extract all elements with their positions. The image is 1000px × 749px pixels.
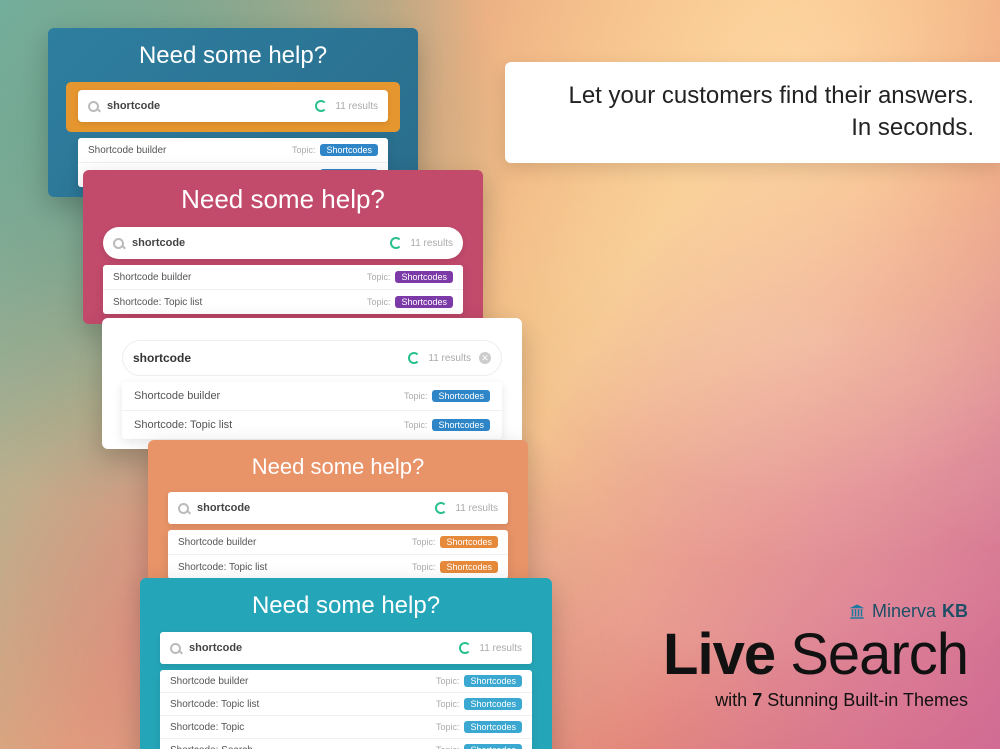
topic-tag[interactable]: Shortcodes: [320, 144, 378, 156]
topic-tag[interactable]: Shortcodes: [395, 296, 453, 308]
topic-label: Topic:: [436, 722, 460, 732]
result-row[interactable]: Shortcode: Topic list Topic: Shortcodes: [122, 411, 502, 439]
result-row[interactable]: Shortcode: Search Topic: Shortcodes: [160, 739, 532, 749]
product-title-light: Search: [775, 622, 968, 687]
product-subtitle: with 7 Stunning Built-in Themes: [663, 690, 968, 711]
search-wrap: shortcode 11 results: [66, 82, 400, 132]
result-row[interactable]: Shortcode: Topic list Topic: Shortcodes: [160, 693, 532, 716]
topic-label: Topic:: [412, 562, 436, 572]
topic-label: Topic:: [436, 699, 460, 709]
result-title: Shortcode: Topic list: [178, 562, 267, 573]
theme-card-teal: Need some help? shortcode 11 results Sho…: [140, 578, 552, 749]
search-bar[interactable]: shortcode 11 results: [168, 492, 508, 524]
results-count: 11 results: [455, 503, 498, 514]
topic-tag[interactable]: Shortcodes: [440, 536, 498, 548]
topic-tag[interactable]: Shortcodes: [464, 698, 522, 710]
result-title: Shortcode builder: [178, 537, 256, 548]
topic-label: Topic:: [292, 145, 316, 155]
search-bar[interactable]: shortcode 11 results: [160, 632, 532, 664]
results-count: 11 results: [335, 101, 378, 112]
topic-label: Topic:: [367, 297, 391, 307]
result-row[interactable]: Shortcode builder Topic: Shortcodes: [78, 138, 388, 163]
topic-tag[interactable]: Shortcodes: [464, 721, 522, 733]
search-icon: [113, 238, 124, 249]
result-title: Shortcode builder: [170, 676, 248, 687]
search-query[interactable]: shortcode: [197, 502, 427, 514]
result-title: Shortcode: Topic list: [170, 699, 259, 710]
spinner-icon: [390, 237, 402, 249]
theme-card-orange: Need some help? shortcode 11 results Sho…: [148, 440, 528, 589]
result-title: Shortcode: Search: [170, 745, 253, 749]
search-icon: [170, 643, 181, 654]
topic-label: Topic:: [404, 420, 428, 430]
brand-name-prefix: Minerva: [872, 601, 936, 622]
product-title: Live Search: [663, 626, 968, 684]
search-bar[interactable]: shortcode 11 results: [78, 90, 388, 122]
topic-tag[interactable]: Shortcodes: [440, 561, 498, 573]
branding-block: Minerva KB Live Search with 7 Stunning Bu…: [663, 601, 968, 711]
topic-tag[interactable]: Shortcodes: [432, 419, 490, 431]
topic-label: Topic:: [367, 272, 391, 282]
search-bar[interactable]: shortcode 11 results: [103, 227, 463, 259]
search-icon: [88, 101, 99, 112]
result-title: Shortcode: Topic list: [134, 419, 232, 431]
tagline-line-1: Let your customers find their answers.: [531, 80, 974, 112]
topic-tag[interactable]: Shortcodes: [464, 744, 522, 749]
result-title: Shortcode builder: [113, 272, 191, 283]
results-count: 11 results: [479, 643, 522, 654]
result-title: Shortcode: Topic: [170, 722, 244, 733]
search-icon: [178, 503, 189, 514]
search-bar[interactable]: shortcode 11 results ✕: [122, 340, 502, 376]
card-heading: Need some help?: [140, 578, 552, 632]
topic-label: Topic:: [412, 537, 436, 547]
spinner-icon: [459, 642, 471, 654]
topic-label: Topic:: [404, 391, 428, 401]
theme-card-raspberry: Need some help? shortcode 11 results Sho…: [83, 170, 483, 324]
result-row[interactable]: Shortcode: Topic Topic: Shortcodes: [160, 716, 532, 739]
topic-label: Topic:: [436, 745, 460, 749]
results-count: 11 results: [428, 353, 471, 364]
spinner-icon: [315, 100, 327, 112]
result-row[interactable]: Shortcode builder Topic: Shortcodes: [103, 265, 463, 290]
search-query[interactable]: shortcode: [189, 642, 451, 654]
topic-tag[interactable]: Shortcodes: [464, 675, 522, 687]
result-row[interactable]: Shortcode builder Topic: Shortcodes: [168, 530, 508, 555]
topic-label: Topic:: [436, 676, 460, 686]
product-title-bold: Live: [663, 622, 775, 687]
result-title: Shortcode: Topic list: [113, 297, 202, 308]
clear-icon[interactable]: ✕: [479, 352, 491, 364]
results-list: Shortcode builder Topic: Shortcodes Short…: [160, 670, 532, 749]
result-row[interactable]: Shortcode: Topic list Topic: Shortcodes: [103, 290, 463, 314]
topic-tag[interactable]: Shortcodes: [395, 271, 453, 283]
search-query[interactable]: shortcode: [107, 100, 307, 112]
topic-tag[interactable]: Shortcodes: [432, 390, 490, 402]
result-title: Shortcode builder: [134, 390, 220, 402]
spinner-icon: [408, 352, 420, 364]
spinner-icon: [435, 502, 447, 514]
result-row[interactable]: Shortcode builder Topic: Shortcodes: [160, 670, 532, 693]
results-list: Shortcode builder Topic: Shortcodes Short…: [122, 382, 502, 439]
results-list: Shortcode builder Topic: Shortcodes Short…: [168, 530, 508, 579]
result-title: Shortcode builder: [88, 145, 166, 156]
brand-name-bold: KB: [942, 601, 968, 622]
column-icon: [848, 603, 866, 621]
theme-card-white: shortcode 11 results ✕ Shortcode builder…: [102, 318, 522, 449]
card-heading: Need some help?: [83, 170, 483, 227]
tagline-card: Let your customers find their answers. I…: [505, 62, 1000, 163]
result-row[interactable]: Shortcode builder Topic: Shortcodes: [122, 382, 502, 411]
search-query[interactable]: shortcode: [133, 351, 400, 365]
search-query[interactable]: shortcode: [132, 237, 382, 249]
results-count: 11 results: [410, 238, 453, 249]
card-heading: Need some help?: [48, 28, 418, 82]
card-heading: Need some help?: [148, 440, 528, 492]
tagline-line-2: In seconds.: [531, 112, 974, 144]
result-row[interactable]: Shortcode: Topic list Topic: Shortcodes: [168, 555, 508, 579]
results-list: Shortcode builder Topic: Shortcodes Short…: [103, 265, 463, 314]
brand-logo: Minerva KB: [663, 601, 968, 622]
